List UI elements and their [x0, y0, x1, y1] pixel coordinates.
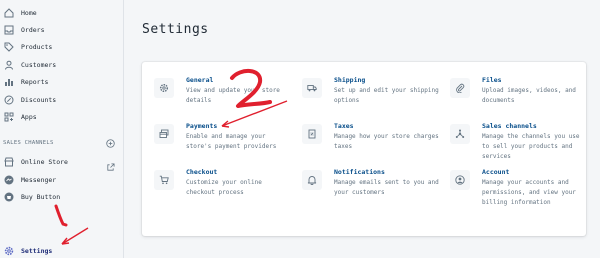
orders-icon	[3, 24, 15, 36]
sidebar-item-label: Buy Button	[21, 192, 61, 201]
tag-icon	[3, 41, 15, 53]
sidebar: Home Orders Products Customers Reports D…	[0, 0, 124, 258]
sidebar-item-label: Home	[21, 8, 37, 17]
tile-title: Sales channels	[482, 122, 537, 130]
sidebar-item-label: Settings	[21, 246, 53, 255]
sales-channels-heading: SALES CHANNELS	[3, 140, 54, 146]
sidebar-item-orders[interactable]: Orders	[0, 21, 124, 38]
sidebar-item-label: Products	[21, 42, 53, 51]
sidebar-item-buy-button[interactable]: Buy Button	[0, 188, 124, 205]
tile-title: Payments	[186, 122, 218, 130]
sidebar-item-label: Orders	[21, 25, 45, 34]
add-channel-button[interactable]	[106, 139, 115, 148]
apps-icon	[3, 111, 15, 123]
sidebar-item-label: Reports	[21, 77, 49, 86]
taxes-icon	[302, 124, 322, 144]
tile-description: View and update your store details	[186, 87, 280, 104]
settings-tile-notifications[interactable]: Notifications Manage emails sent to you …	[290, 168, 439, 214]
cart-icon	[154, 170, 174, 190]
channels-icon	[450, 124, 470, 144]
tile-title: Checkout	[186, 168, 218, 176]
messenger-icon	[3, 174, 15, 186]
discount-icon	[3, 94, 15, 106]
sidebar-item-customers[interactable]: Customers	[0, 56, 124, 73]
plus-circle-icon	[106, 139, 115, 148]
sidebar-item-label: Customers	[21, 60, 57, 69]
view-online-store-button[interactable]	[106, 157, 115, 171]
sidebar-item-label: Online Store	[21, 157, 68, 166]
sidebar-item-label: Discounts	[21, 95, 57, 104]
tile-title: Shipping	[334, 76, 366, 84]
sidebar-item-products[interactable]: Products	[0, 38, 124, 55]
page-title: Settings	[142, 22, 209, 37]
sidebar-item-label: Apps	[21, 112, 37, 121]
tile-description: Manage your accounts and permissions, an…	[482, 179, 576, 206]
sidebar-item-messenger[interactable]: Messenger	[0, 171, 124, 188]
tile-description: Enable and manage your store's payment p…	[186, 133, 277, 150]
sidebar-item-apps[interactable]: Apps	[0, 108, 124, 125]
sidebar-item-settings[interactable]: Settings	[0, 242, 124, 258]
paperclip-icon	[450, 78, 470, 98]
tile-description: Manage the channels you use to sell your…	[482, 133, 580, 160]
home-icon	[3, 7, 15, 19]
tile-description: Upload images, videos, and documents	[482, 87, 576, 104]
settings-tile-checkout[interactable]: Checkout Customize your online checkout …	[142, 168, 282, 214]
settings-tile-shipping[interactable]: Shipping Set up and edit your shipping o…	[290, 76, 439, 122]
tile-title: Taxes	[334, 122, 354, 130]
settings-tile-sales-channels[interactable]: Sales channels Manage the channels you u…	[438, 122, 580, 168]
gear-icon	[154, 78, 174, 98]
bell-icon	[302, 170, 322, 190]
sidebar-item-discounts[interactable]: Discounts	[0, 91, 124, 108]
person-icon	[3, 59, 15, 71]
tile-title: General	[186, 76, 214, 84]
settings-tile-account[interactable]: Account Manage your accounts and permiss…	[438, 168, 578, 214]
settings-tile-payments[interactable]: Payments Enable and manage your store's …	[142, 122, 282, 168]
settings-tile-taxes[interactable]: Taxes Manage how your store charges taxe…	[290, 122, 439, 168]
tile-title: Files	[482, 76, 502, 84]
sidebar-item-label: Messenger	[21, 175, 57, 184]
settings-card: General View and update your store detai…	[142, 62, 586, 236]
sidebar-item-reports[interactable]: Reports	[0, 73, 124, 90]
account-icon	[450, 170, 470, 190]
store-icon	[3, 156, 15, 168]
tile-title: Notifications	[334, 168, 385, 176]
settings-tile-files[interactable]: Files Upload images, videos, and documen…	[438, 76, 578, 122]
sidebar-item-home[interactable]: Home	[0, 4, 124, 21]
buy-button-icon	[3, 191, 15, 203]
tile-title: Account	[482, 168, 510, 176]
settings-tile-general[interactable]: General View and update your store detai…	[142, 76, 282, 122]
gear-icon	[3, 245, 15, 257]
tile-description: Manage how your store charges taxes	[334, 133, 439, 150]
tile-description: Set up and edit your shipping options	[334, 87, 439, 104]
tile-description: Customize your online checkout process	[186, 179, 262, 196]
truck-icon	[302, 78, 322, 98]
bar-chart-icon	[3, 76, 15, 88]
payments-icon	[154, 124, 174, 144]
tile-description: Manage emails sent to you and your custo…	[334, 179, 439, 196]
